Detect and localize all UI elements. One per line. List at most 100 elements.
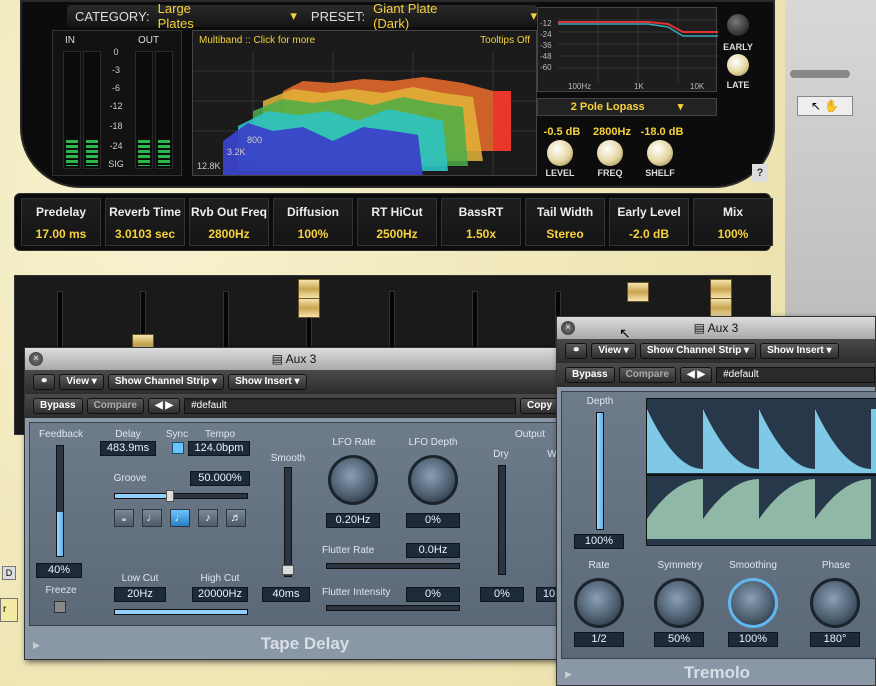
dry-slider[interactable]: [498, 465, 506, 575]
fader-cap[interactable]: [298, 279, 320, 299]
groove-value[interactable]: 50.000%: [190, 471, 250, 486]
compare-button[interactable]: Compare: [618, 367, 676, 383]
freq-knob[interactable]: [597, 140, 623, 166]
show-channel-strip-menu[interactable]: Show Channel Strip ▾: [639, 343, 757, 359]
rate-knob[interactable]: [574, 578, 624, 628]
smoothing-knob[interactable]: [728, 578, 778, 628]
lfo-rate-knob[interactable]: [328, 455, 378, 505]
shelf-knob[interactable]: [647, 140, 673, 166]
disclosure-triangle-icon[interactable]: ▶: [33, 640, 40, 651]
impulse-response-display[interactable]: Multiband :: Click for more Tooltips Off …: [192, 30, 537, 176]
lfo-depth-knob[interactable]: [408, 455, 458, 505]
view-menu[interactable]: View ▾: [59, 374, 104, 390]
pointer-tool-icon[interactable]: ↖ ✋: [797, 96, 853, 116]
early-knob[interactable]: [727, 14, 749, 36]
compare-button[interactable]: Compare: [86, 398, 144, 414]
output-eq-display[interactable]: -12 -24 -36 -48 -60 100Hz 1K 10K: [537, 7, 718, 92]
copy-button[interactable]: Copy: [520, 398, 559, 414]
smooth-value[interactable]: 40ms: [262, 587, 310, 602]
window-title: Aux 3: [285, 352, 317, 366]
eighth-note-icon[interactable]: ♪: [198, 509, 218, 527]
param-tail-width[interactable]: Tail Width Stereo: [525, 198, 605, 246]
feedback-slider[interactable]: [56, 445, 64, 557]
smooth-slider[interactable]: [284, 467, 292, 577]
preset-prev-next[interactable]: ◀ ▶: [147, 398, 181, 414]
phase-knob[interactable]: [810, 578, 860, 628]
fader-cap[interactable]: [627, 282, 649, 302]
bypass-button[interactable]: Bypass: [565, 367, 615, 383]
show-channel-strip-menu[interactable]: Show Channel Strip ▾: [107, 374, 225, 390]
smoothing-value[interactable]: 100%: [728, 632, 778, 647]
flutter-rate-value[interactable]: 0.0Hz: [406, 543, 460, 558]
high-cut-value[interactable]: 20000Hz: [192, 587, 248, 602]
depth-slider[interactable]: [596, 412, 604, 530]
lfo-rate-value[interactable]: 0.20Hz: [326, 513, 380, 528]
fader-cap[interactable]: [298, 298, 320, 318]
flutter-intensity-value[interactable]: 0%: [406, 587, 460, 602]
disclosure-triangle-icon[interactable]: ▶: [565, 669, 572, 680]
bypass-button[interactable]: Bypass: [33, 398, 83, 414]
category-chevron-icon[interactable]: ▾: [290, 8, 297, 24]
preset-menu[interactable]: #default: [716, 367, 875, 383]
delay-value[interactable]: 483.9ms: [100, 441, 156, 456]
sync-checkbox[interactable]: [172, 442, 184, 454]
param-diffusion[interactable]: Diffusion 100%: [273, 198, 353, 246]
fader-cap[interactable]: [710, 298, 732, 318]
phase-value[interactable]: 180°: [810, 632, 860, 647]
groove-slider[interactable]: [114, 493, 248, 499]
view-menu[interactable]: View ▾: [591, 343, 636, 359]
show-insert-menu[interactable]: Show Insert ▾: [760, 343, 839, 359]
category-bar: CATEGORY: Large Plates ▾ PRESET: Giant P…: [67, 1, 537, 31]
tape-delay-titlebar[interactable]: ▤ Aux 3: [25, 348, 563, 370]
param-rvb-out-freq[interactable]: Rvb Out Freq 2800Hz: [189, 198, 269, 246]
param-reverb-time[interactable]: Reverb Time 3.0103 sec: [105, 198, 185, 246]
cut-range-slider[interactable]: [114, 609, 248, 615]
freeze-checkbox[interactable]: [54, 601, 66, 613]
late-knob[interactable]: [727, 54, 749, 76]
param-early-level[interactable]: Early Level -2.0 dB: [609, 198, 689, 246]
category-select[interactable]: Large Plates: [158, 1, 221, 31]
smooth-thumb[interactable]: [282, 565, 294, 575]
param-predelay[interactable]: Predelay 17.00 ms: [21, 198, 101, 246]
lfo-depth-value[interactable]: 0%: [406, 513, 460, 528]
preset-prev-next[interactable]: ◀ ▶: [679, 367, 713, 383]
zoom-slider[interactable]: [790, 70, 850, 78]
link-icon[interactable]: ⚭: [565, 343, 588, 359]
lfo-rate-label: LFO Rate: [332, 437, 376, 448]
sixteenth-note-icon[interactable]: ♬: [226, 509, 246, 527]
param-bassrt[interactable]: BassRT 1.50x: [441, 198, 521, 246]
param-mix[interactable]: Mix 100%: [693, 198, 773, 246]
meter-scale-12: -12: [109, 101, 123, 111]
whole-note-icon[interactable]: 𝅝: [114, 509, 134, 527]
preset-row: Bypass Compare ◀ ▶ #default: [557, 363, 875, 387]
feedback-value[interactable]: 40%: [36, 563, 82, 578]
symmetry-knob[interactable]: [654, 578, 704, 628]
help-button[interactable]: ?: [752, 164, 768, 182]
fader-cap[interactable]: [710, 279, 732, 299]
level-knob[interactable]: [547, 140, 573, 166]
show-insert-menu[interactable]: Show Insert ▾: [228, 374, 307, 390]
flutter-intensity-slider[interactable]: [326, 605, 460, 611]
close-icon[interactable]: ×: [561, 321, 575, 335]
flutter-rate-slider[interactable]: [326, 563, 460, 569]
symmetry-value[interactable]: 50%: [654, 632, 704, 647]
tempo-value[interactable]: 124.0bpm: [188, 441, 250, 456]
preset-select[interactable]: Giant Plate (Dark): [373, 1, 462, 31]
tape-delay-panel: Feedback 40% Freeze Delay 483.9ms Sync T…: [29, 422, 562, 626]
groove-thumb[interactable]: [166, 490, 174, 502]
close-icon[interactable]: ×: [29, 352, 43, 366]
tremolo-titlebar[interactable]: ▤ Aux 3: [557, 317, 875, 339]
left-edge-r-item[interactable]: r: [0, 598, 18, 622]
low-cut-value[interactable]: 20Hz: [114, 587, 166, 602]
depth-value[interactable]: 100%: [574, 534, 624, 549]
param-rt-hicut[interactable]: RT HiCut 2500Hz: [357, 198, 437, 246]
rate-value[interactable]: 1/2: [574, 632, 624, 647]
preset-menu[interactable]: #default: [184, 398, 516, 414]
half-note-icon[interactable]: ♩: [142, 509, 162, 527]
filter-mode-select[interactable]: 2 Pole Lopass ▾: [537, 98, 717, 116]
quarter-note-icon[interactable]: ♩: [170, 509, 190, 527]
logic-toolbar-panel: ↖ ✋: [785, 0, 876, 330]
left-edge-d-button[interactable]: D: [2, 566, 16, 580]
link-icon[interactable]: ⚭: [33, 374, 56, 390]
dry-value[interactable]: 0%: [480, 587, 524, 602]
